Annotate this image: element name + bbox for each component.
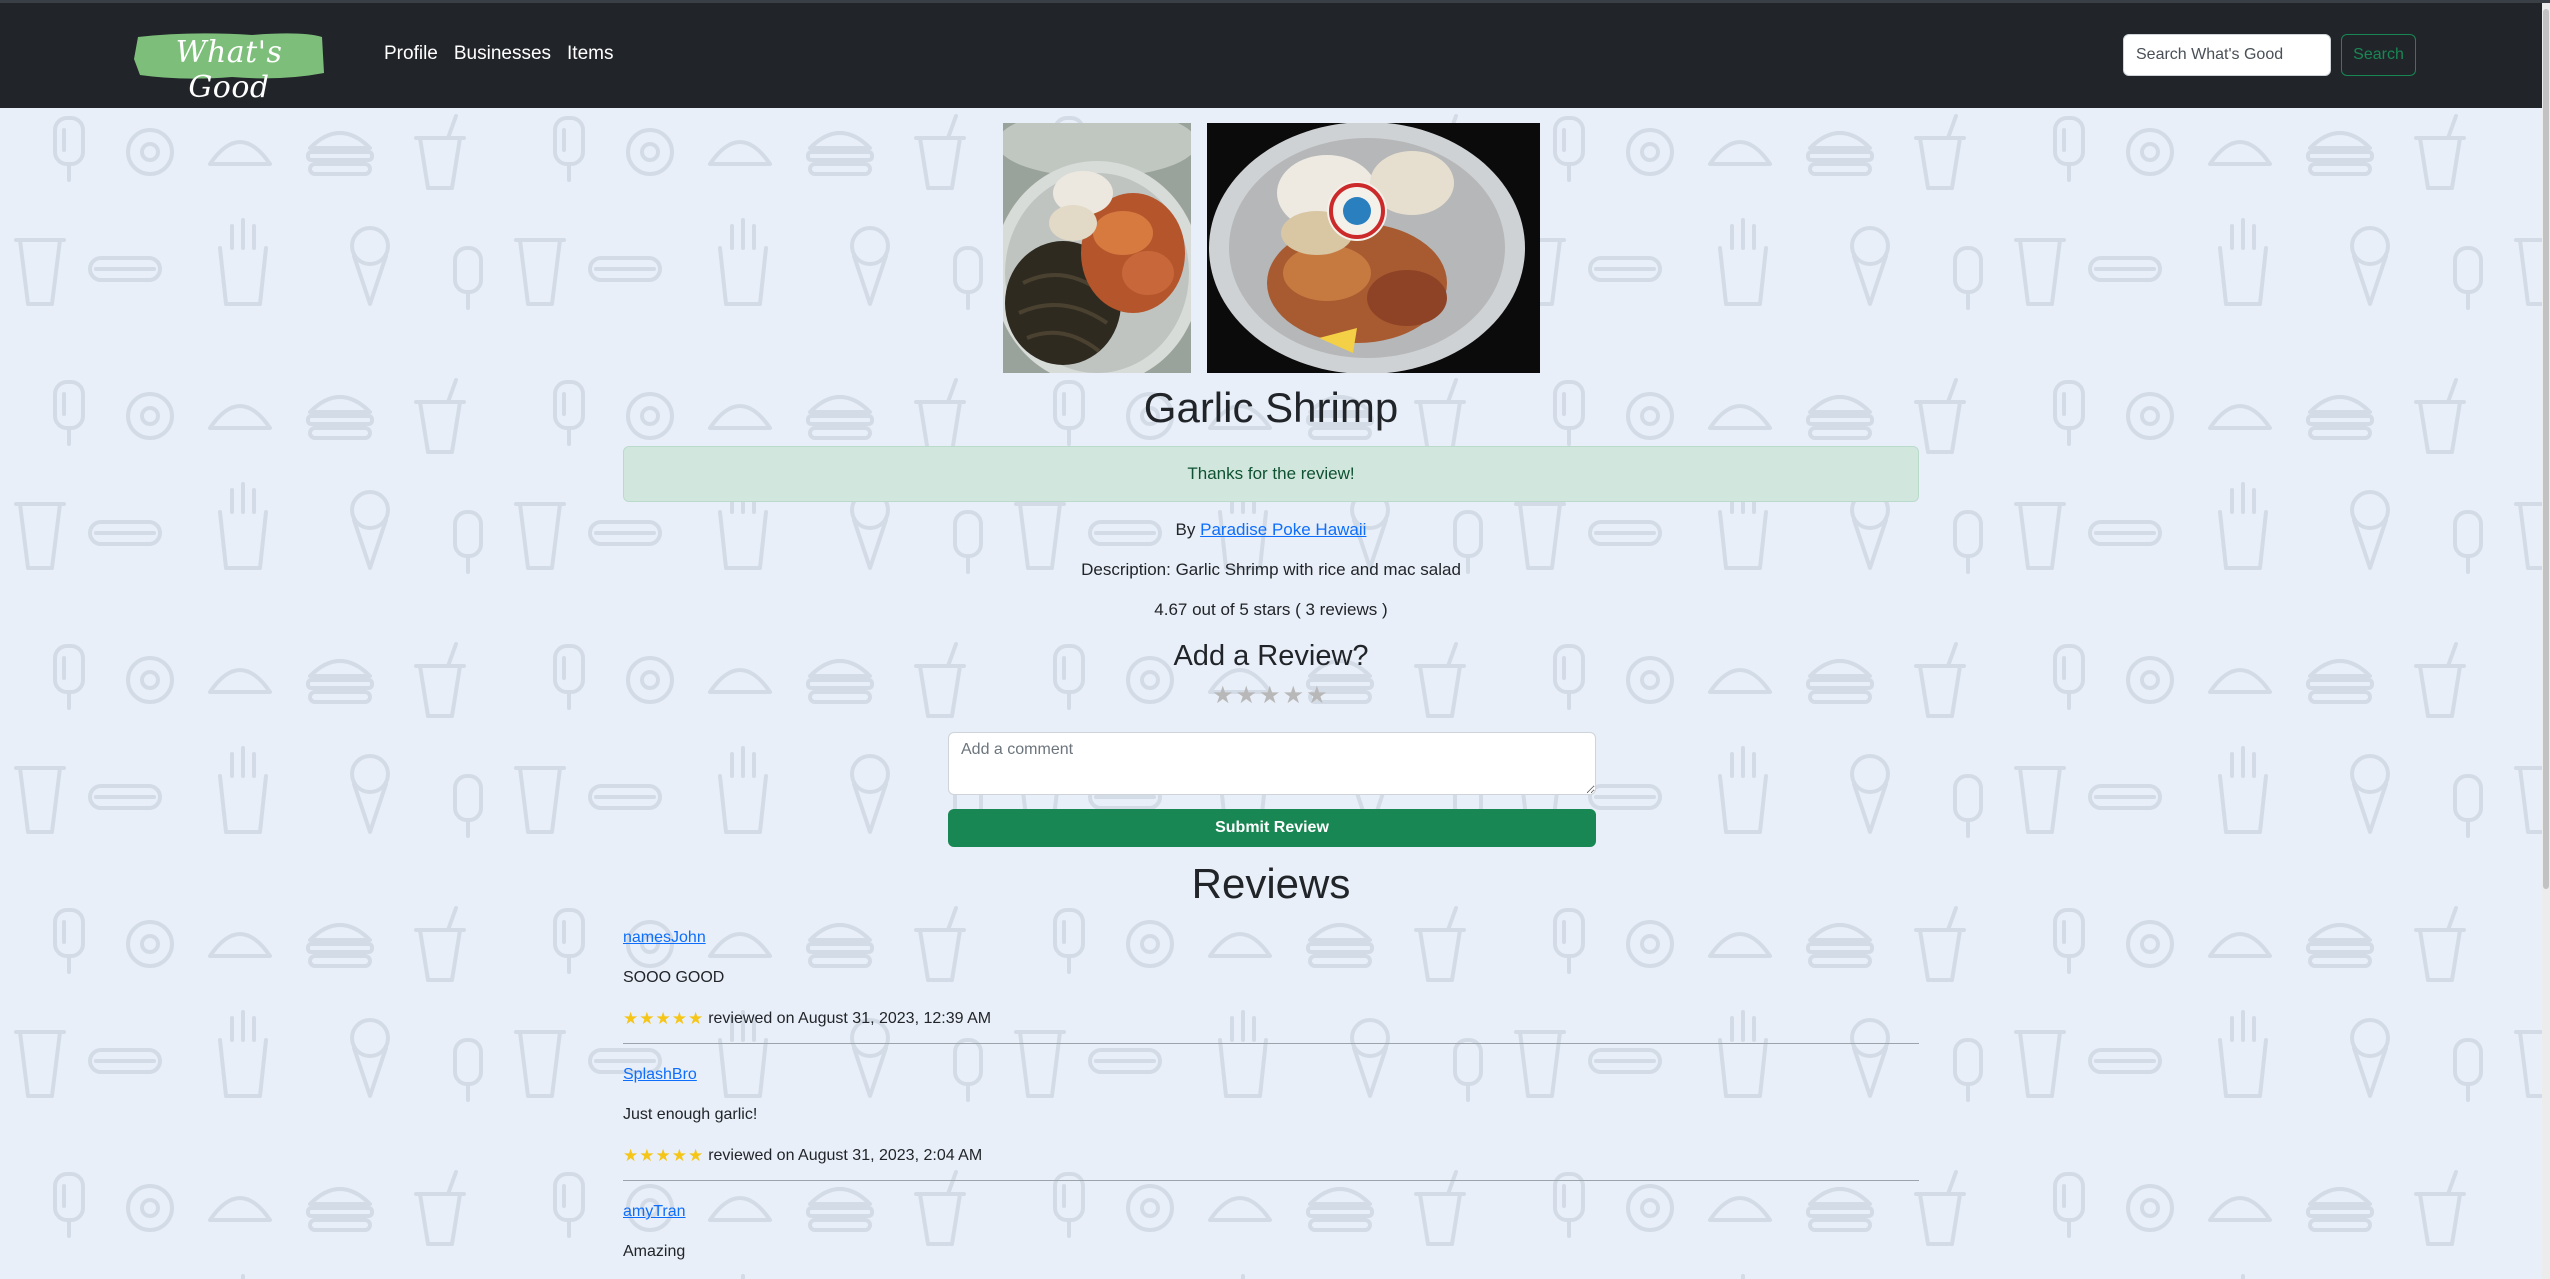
rating-star-icon-2[interactable]: ★ bbox=[1236, 684, 1258, 708]
star-rating-input[interactable]: ★ ★ ★ ★ ★ bbox=[1212, 684, 1328, 708]
review-comment: SOOO GOOD bbox=[623, 969, 725, 986]
search-input[interactable] bbox=[2123, 34, 2331, 76]
review-divider bbox=[623, 1043, 1919, 1044]
item-title: Garlic Shrimp bbox=[1143, 384, 1399, 431]
business-link[interactable]: Paradise Poke Hawaii bbox=[1200, 520, 1366, 539]
rating-star-icon-5[interactable]: ★ bbox=[1306, 684, 1328, 708]
item-description: Description: Garlic Shrimp with rice and… bbox=[1081, 560, 1461, 579]
review-stars-icon: ★★★★★ bbox=[623, 1009, 705, 1028]
review-meta: ★★★★★ reviewed on August 31, 2023, 2:04 … bbox=[623, 1146, 982, 1166]
submit-review-button[interactable]: Submit Review bbox=[948, 809, 1596, 847]
review-comment: Amazing bbox=[623, 1243, 686, 1260]
review-username-link[interactable]: namesJohn bbox=[623, 929, 706, 947]
alert-message: Thanks for the review! bbox=[1187, 464, 1355, 483]
page-scrollbar[interactable] bbox=[2542, 3, 2550, 1279]
whats-good-logo[interactable]: What's Good bbox=[132, 29, 326, 105]
rating-star-icon-4[interactable]: ★ bbox=[1283, 684, 1305, 708]
search-button[interactable]: Search bbox=[2341, 34, 2416, 76]
review-username-link[interactable]: SplashBro bbox=[623, 1066, 697, 1084]
review-divider bbox=[623, 1180, 1919, 1181]
success-alert: Thanks for the review! bbox=[623, 446, 1919, 502]
byline-prefix: By bbox=[1175, 520, 1196, 539]
add-review-heading: Add a Review? bbox=[1173, 640, 1369, 672]
review-comment: Just enough garlic! bbox=[623, 1106, 758, 1123]
review-date: reviewed on August 31, 2023, 12:39 AM bbox=[708, 1010, 992, 1027]
search-form: Search bbox=[2123, 34, 2416, 76]
review-date: reviewed on August 31, 2023, 2:04 AM bbox=[708, 1147, 983, 1164]
review-username-link[interactable]: amyTran bbox=[623, 1203, 686, 1221]
nav-link-profile[interactable]: Profile bbox=[384, 43, 438, 65]
item-rating-summary: 4.67 out of 5 stars ( 3 reviews ) bbox=[1154, 600, 1388, 619]
scrollbar-thumb[interactable] bbox=[2543, 9, 2549, 889]
review-comment-input[interactable] bbox=[948, 732, 1596, 795]
nav-link-businesses[interactable]: Businesses bbox=[454, 43, 551, 65]
rating-star-icon-1[interactable]: ★ bbox=[1212, 684, 1234, 708]
rating-star-icon-3[interactable]: ★ bbox=[1259, 684, 1281, 708]
review-meta: ★★★★★ reviewed on August 31, 2023, 12:39… bbox=[623, 1009, 991, 1029]
reviews-heading: Reviews bbox=[1191, 860, 1351, 907]
nav-link-items[interactable]: Items bbox=[567, 43, 613, 65]
item-photo-garlic-shrimp-plate bbox=[1207, 123, 1540, 373]
brand-name: What's Good bbox=[175, 35, 283, 105]
item-photo-shrimp-noodles bbox=[1003, 123, 1191, 373]
review-stars-icon: ★★★★★ bbox=[623, 1146, 705, 1165]
item-byline: By Paradise Poke Hawaii bbox=[0, 520, 2542, 540]
main-nav: Profile Businesses Items bbox=[384, 43, 629, 65]
top-navbar: What's Good Profile Businesses Items Sea… bbox=[0, 3, 2542, 108]
